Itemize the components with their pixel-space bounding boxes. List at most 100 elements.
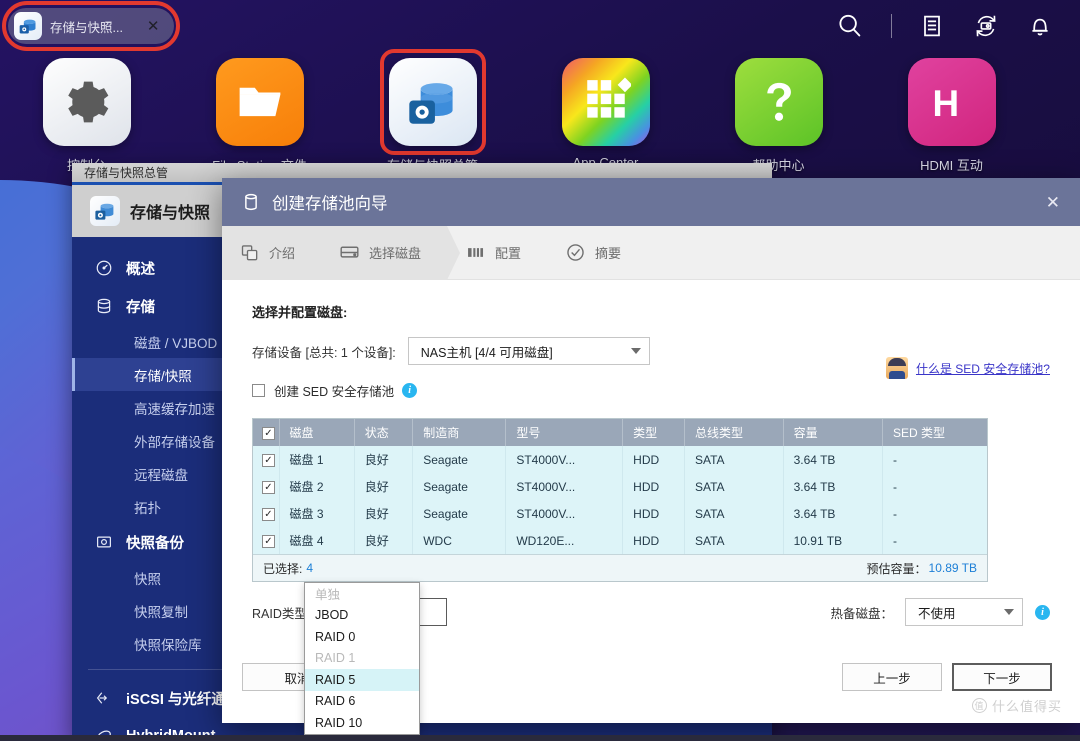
row-checkbox[interactable]: ✓	[262, 535, 275, 548]
config-icon	[465, 242, 486, 263]
cell-bus-type: SATA	[684, 527, 784, 554]
notification-bell-icon[interactable]	[1026, 12, 1054, 40]
cell-capacity: 3.64 TB	[783, 500, 883, 527]
storage-device-label: 存储设备 [总共: 1 个设备]:	[252, 345, 396, 360]
raid-option-raid5[interactable]: RAID 5	[305, 669, 419, 691]
row-checkbox[interactable]: ✓	[262, 508, 275, 521]
wizard-step-select-disks[interactable]: 选择磁盘	[321, 225, 461, 280]
row-checkbox-cell[interactable]: ✓	[253, 473, 280, 500]
hot-spare-label: 热备磁盘：	[830, 606, 893, 621]
desktop-icon-hdmi[interactable]: H HDMI 互动	[865, 58, 1038, 183]
sed-checkbox-label: 创建 SED 安全存储池	[274, 385, 395, 399]
wizard-body: 选择并配置磁盘: 存储设备 [总共: 1 个设备]: NAS主机 [4/4 可用…	[222, 280, 1080, 735]
raid-option-raid6[interactable]: RAID 6	[305, 691, 419, 713]
storage-pool-icon	[240, 191, 262, 213]
sidebar-item-label: 外部存储设备	[134, 434, 215, 450]
chevron-down-icon	[1004, 609, 1014, 615]
raid-option-raid1: RAID 1	[315, 651, 356, 666]
wizard-step-summary[interactable]: 摘要	[547, 226, 647, 280]
cell-sed-type: -	[882, 527, 987, 554]
cell-type: HDD	[622, 473, 685, 500]
row-checkbox-cell[interactable]: ✓	[253, 446, 280, 473]
cell-disk: 磁盘 1	[279, 446, 355, 473]
folder-icon[interactable]	[215, 58, 304, 146]
wizard-step-intro[interactable]: 介绍	[222, 225, 335, 280]
sed-checkbox-row: 创建 SED 安全存储池 i	[252, 381, 1050, 400]
window-title-text: 存储与快照总管	[84, 166, 169, 180]
sidebar-item-label: 存储/快照	[134, 368, 192, 384]
database-icon	[94, 296, 114, 316]
cell-sed-type: -	[882, 446, 987, 473]
wizard-step-label: 摘要	[595, 246, 622, 261]
selected-count-value: 4	[306, 561, 314, 575]
cell-bus-type: SATA	[684, 500, 784, 527]
topbar-icon-group	[835, 11, 1080, 41]
sidebar-item-label: 拓扑	[134, 500, 161, 516]
wizard-step-label: 选择磁盘	[369, 246, 422, 261]
row-checkbox-cell[interactable]: ✓	[253, 500, 280, 527]
search-icon[interactable]	[835, 11, 865, 41]
raid-option-single: 单独	[315, 588, 341, 603]
sidebar-item-label: 概述	[126, 261, 155, 278]
wizard-step-configure[interactable]: 配置	[447, 226, 547, 280]
sed-checkbox[interactable]	[252, 384, 265, 397]
hot-spare-select[interactable]: 不使用	[905, 598, 1023, 626]
chevron-down-icon	[630, 348, 641, 354]
cell-capacity: 10.91 TB	[783, 527, 883, 554]
cell-manufacturer: WDC	[412, 527, 507, 554]
section-title: 选择并配置磁盘:	[252, 305, 348, 320]
hdmi-icon[interactable]: H	[907, 58, 996, 146]
row-checkbox[interactable]: ✓	[262, 454, 275, 467]
previous-button[interactable]: 上一步	[842, 663, 942, 691]
row-checkbox[interactable]: ✓	[262, 481, 275, 494]
watermark-mark: 值	[971, 698, 987, 713]
estimated-capacity-label: 预估容量：	[866, 561, 927, 576]
svg-text:H: H	[932, 83, 959, 124]
sed-help-link[interactable]: 什么是 SED 安全存储池?	[916, 360, 1050, 377]
cell-bus-type: SATA	[684, 473, 784, 500]
raid-option-raid10[interactable]: RAID 10	[305, 712, 419, 734]
cell-sed-type: -	[882, 500, 987, 527]
storage-snapshot-icon[interactable]	[379, 49, 486, 155]
cell-manufacturer: Seagate	[412, 446, 507, 473]
hot-spare-row: 热备磁盘： 不使用 i	[830, 598, 1050, 626]
sidebar-item-label: 存储	[126, 299, 155, 316]
app-grid-icon[interactable]	[561, 58, 650, 146]
raid-option-jbod[interactable]: JBOD	[305, 605, 419, 627]
row-checkbox-cell[interactable]: ✓	[253, 527, 280, 554]
select-all-checkbox[interactable]: ✓	[262, 427, 275, 440]
wizard-step-bar: 介绍 选择磁盘 配置 摘要	[222, 225, 1080, 280]
watermark-text: 什么值得买	[991, 699, 1062, 714]
taskbar-tab-label: 存储与快照...	[50, 20, 123, 35]
cell-status: 良好	[354, 500, 414, 527]
table-row[interactable]: ✓ 磁盘 1 良好 Seagate ST4000V... HDD SATA 3.…	[253, 446, 987, 473]
storage-device-select[interactable]: NAS主机 [4/4 可用磁盘]	[407, 337, 650, 365]
question-mark-icon[interactable]	[734, 58, 823, 146]
info-icon[interactable]: i	[1035, 604, 1050, 620]
gear-icon[interactable]	[42, 58, 131, 146]
disk-icon	[339, 242, 360, 263]
cell-status: 良好	[354, 473, 414, 500]
taskbar-tab-storage-snapshot[interactable]: 存储与快照... ✕	[2, 1, 180, 51]
close-icon[interactable]: ✕	[147, 19, 160, 34]
intro-icon	[240, 243, 260, 263]
table-row[interactable]: ✓ 磁盘 4 良好 WDC WD120E... HDD SATA 10.91 T…	[253, 527, 987, 554]
raid-option-raid0[interactable]: RAID 0	[305, 626, 419, 648]
gauge-icon	[94, 258, 114, 278]
close-icon[interactable]: ✕	[1040, 190, 1066, 215]
column-header-bus-type: 总线类型	[684, 419, 784, 446]
cell-disk: 磁盘 4	[279, 527, 355, 554]
next-button[interactable]: 下一步	[952, 663, 1052, 691]
backup-sync-icon[interactable]	[972, 12, 1000, 40]
info-icon[interactable]: i	[402, 383, 418, 398]
table-row[interactable]: ✓ 磁盘 3 良好 Seagate ST4000V... HDD SATA 3.…	[253, 500, 987, 527]
select-all-checkbox-cell[interactable]: ✓	[253, 419, 280, 446]
snapshot-icon	[94, 532, 114, 552]
cell-type: HDD	[622, 446, 685, 473]
resource-monitor-icon[interactable]	[918, 12, 946, 40]
table-header-row: ✓ 磁盘 状态 制造商 型号 类型 总线类型 容量 SED 类型	[253, 419, 987, 446]
selected-count-label: 已选择:	[263, 561, 303, 576]
raid-type-dropdown[interactable]: 单独 JBOD RAID 0 RAID 1 RAID 5 RAID 6 RAID…	[304, 582, 420, 735]
desktop-icon-label: HDMI 互动	[920, 158, 983, 173]
table-row[interactable]: ✓ 磁盘 2 良好 Seagate ST4000V... HDD SATA 3.…	[253, 473, 987, 500]
